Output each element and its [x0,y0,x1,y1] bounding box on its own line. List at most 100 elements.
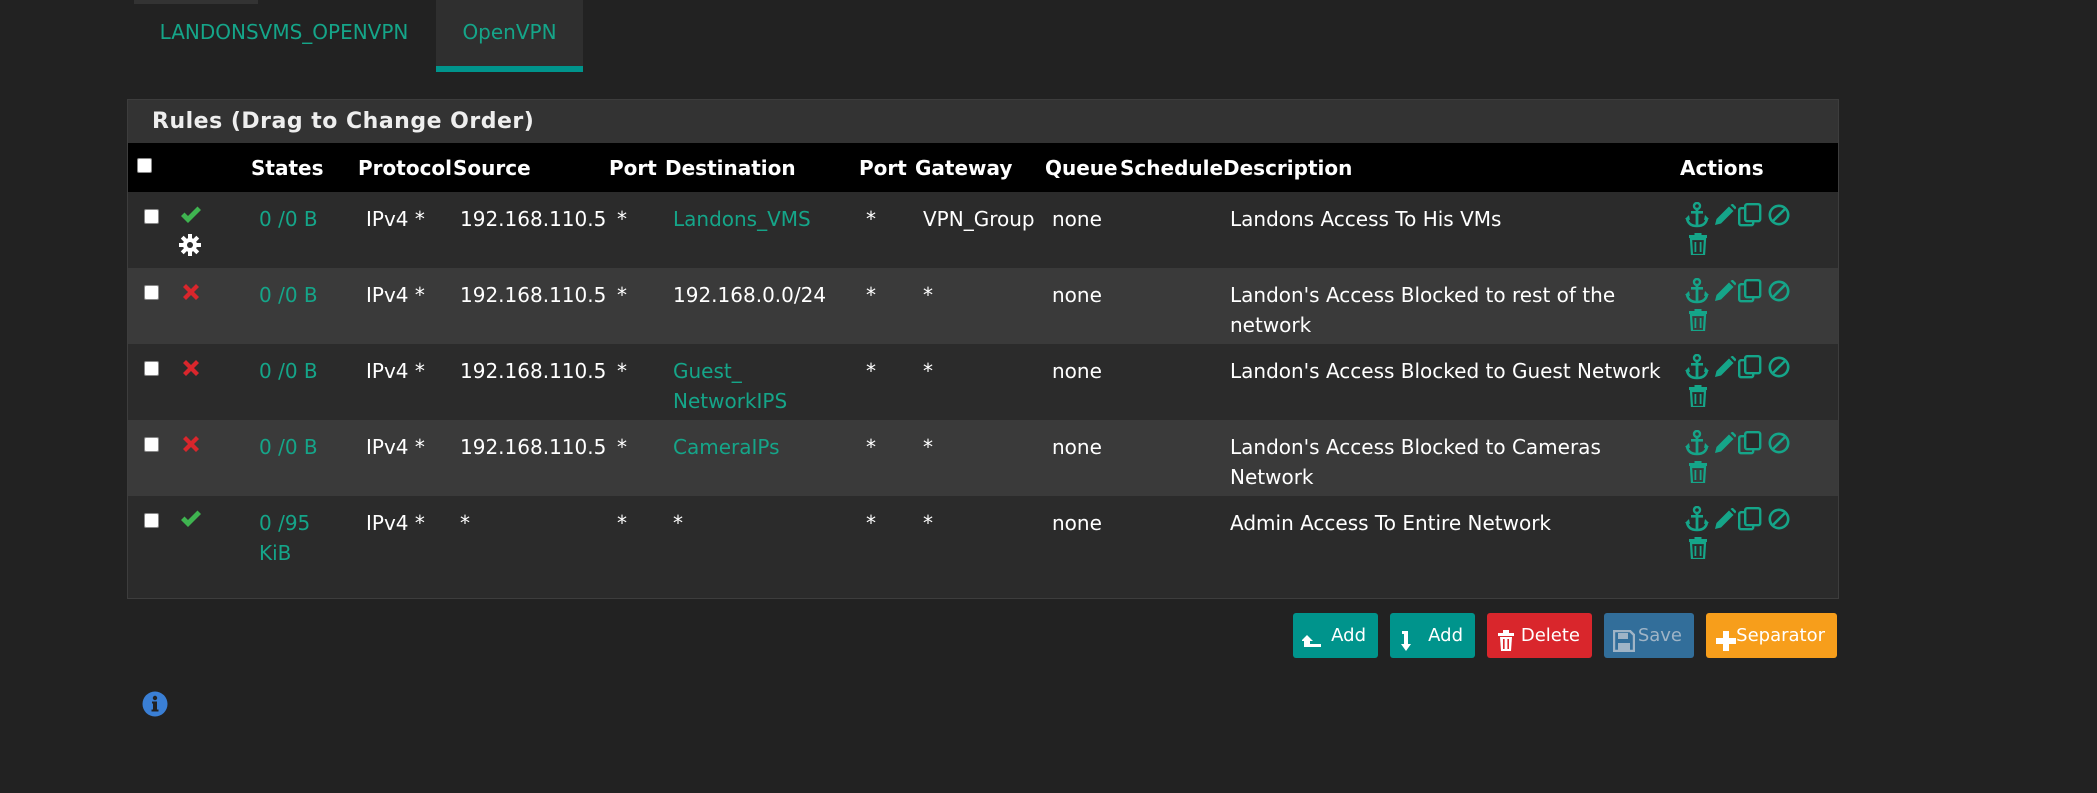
separator-label: Separator [1736,625,1825,646]
description-value: Landon's Access Blocked to Cameras Netwo… [1230,435,1601,489]
gear-icon [179,234,201,256]
dest-port-value: * [866,359,876,383]
delete-label: Delete [1520,625,1580,646]
destination-value[interactable]: Guest_ NetworkIPS [673,356,823,416]
select-all-checkbox[interactable] [137,158,152,173]
source-value: 192.168.110.5 [460,435,607,459]
trash-icon[interactable] [1688,385,1708,407]
times-icon[interactable] [181,434,201,454]
add-separator-button[interactable]: Separator [1706,613,1837,658]
level-down-icon [1399,624,1419,669]
plus-icon [1715,624,1737,669]
states-link[interactable]: 0 /0 B [259,204,329,234]
source-value: 192.168.110.5 [460,283,607,307]
queue-value: none [1052,207,1102,231]
destination-value: 192.168.0.0/24 [673,283,827,307]
ban-icon[interactable] [1768,280,1790,302]
source-port-value: * [617,435,627,459]
header-dest-port[interactable]: Port [859,143,907,192]
copy-icon[interactable] [1738,507,1762,531]
states-link[interactable]: 0 /0 B [259,280,329,310]
header-port[interactable]: Port [609,143,657,192]
check-icon[interactable] [179,206,203,226]
anchor-icon[interactable] [1685,278,1709,304]
info-circle-icon[interactable] [142,691,168,721]
tab-openvpn[interactable]: OpenVPN [436,0,583,72]
add-rule-bottom-label: Add [1428,625,1463,646]
row-select-checkbox[interactable] [144,513,159,528]
ban-icon[interactable] [1768,508,1790,530]
dest-port-value: * [866,511,876,535]
table-header: States Protocol Source Port Destination … [128,143,1838,192]
ban-icon[interactable] [1768,432,1790,454]
description-value: Landon's Access Blocked to rest of the n… [1230,283,1616,337]
save-icon [1612,624,1636,669]
queue-value: none [1052,359,1102,383]
trash-icon[interactable] [1688,309,1708,331]
pencil-icon[interactable] [1714,432,1736,454]
pencil-icon[interactable] [1714,508,1736,530]
save-button[interactable]: Save [1604,613,1694,658]
copy-icon[interactable] [1738,203,1762,227]
dest-port-value: * [866,283,876,307]
trash-icon[interactable] [1688,233,1708,255]
add-rule-top-label: Add [1331,625,1366,646]
add-rule-top-button[interactable]: Add [1293,613,1378,658]
times-icon[interactable] [181,358,201,378]
times-icon[interactable] [181,282,201,302]
destination-value[interactable]: CameraIPs [673,432,823,462]
delete-button[interactable]: Delete [1487,613,1592,658]
source-port-value: * [617,207,627,231]
gateway-value: * [923,359,933,383]
source-port-value: * [617,283,627,307]
level-up-icon [1301,624,1322,669]
header-description[interactable]: Description [1223,143,1352,192]
gateway-value: * [923,435,933,459]
header-gateway[interactable]: Gateway [915,143,1012,192]
copy-icon[interactable] [1738,355,1762,379]
trash-icon[interactable] [1688,537,1708,559]
table-row[interactable]: 0 /0 B IPv4 * 192.168.110.5 * Landons_VMS * VP… [128,192,1838,268]
states-link[interactable]: 0 /0 B [259,432,329,462]
destination-value: * [673,511,683,535]
description-value: Landons Access To His VMs [1230,207,1502,231]
destination-value[interactable]: Landons_VMS [673,204,823,234]
row-select-checkbox[interactable] [144,209,159,224]
copy-icon[interactable] [1738,431,1762,455]
row-select-checkbox[interactable] [144,437,159,452]
anchor-icon[interactable] [1685,354,1709,380]
source-port-value: * [617,359,627,383]
dest-port-value: * [866,207,876,231]
table-row[interactable]: 0 /0 B IPv4 * 192.168.110.5 * 192.168.0.0/24… [128,268,1838,344]
table-row[interactable]: 0 /95 KiB IPv4 * * * * * * none Admin Access To … [128,496,1838,572]
header-protocol[interactable]: Protocol [358,143,452,192]
header-queue[interactable]: Queue [1045,143,1118,192]
pencil-icon[interactable] [1714,204,1736,226]
pencil-icon[interactable] [1714,280,1736,302]
anchor-icon[interactable] [1685,202,1709,228]
header-states[interactable]: States [251,143,324,192]
ban-icon[interactable] [1768,204,1790,226]
add-rule-bottom-button[interactable]: Add [1390,613,1475,658]
tab-landonsvms-openvpn[interactable]: LANDONSVMS_OPENVPN [134,0,434,66]
pencil-icon[interactable] [1714,356,1736,378]
queue-value: none [1052,435,1102,459]
header-source[interactable]: Source [453,143,531,192]
row-select-checkbox[interactable] [144,285,159,300]
rules-panel: Rules (Drag to Change Order) States Prot… [127,99,1839,599]
states-link[interactable]: 0 /0 B [259,356,329,386]
ban-icon[interactable] [1768,356,1790,378]
check-icon[interactable] [179,510,203,530]
trash-icon[interactable] [1688,461,1708,483]
header-destination[interactable]: Destination [665,143,796,192]
header-schedule[interactable]: Schedule [1120,143,1223,192]
anchor-icon[interactable] [1685,506,1709,532]
row-select-checkbox[interactable] [144,361,159,376]
protocol-value: IPv4 * [366,207,425,231]
table-row[interactable]: 0 /0 B IPv4 * 192.168.110.5 * CameraIPs * * non… [128,420,1838,496]
trash-icon [1496,624,1516,669]
states-link[interactable]: 0 /95 KiB [259,508,329,568]
anchor-icon[interactable] [1685,430,1709,456]
table-row[interactable]: 0 /0 B IPv4 * 192.168.110.5 * Guest_ Network… [128,344,1838,420]
copy-icon[interactable] [1738,279,1762,303]
